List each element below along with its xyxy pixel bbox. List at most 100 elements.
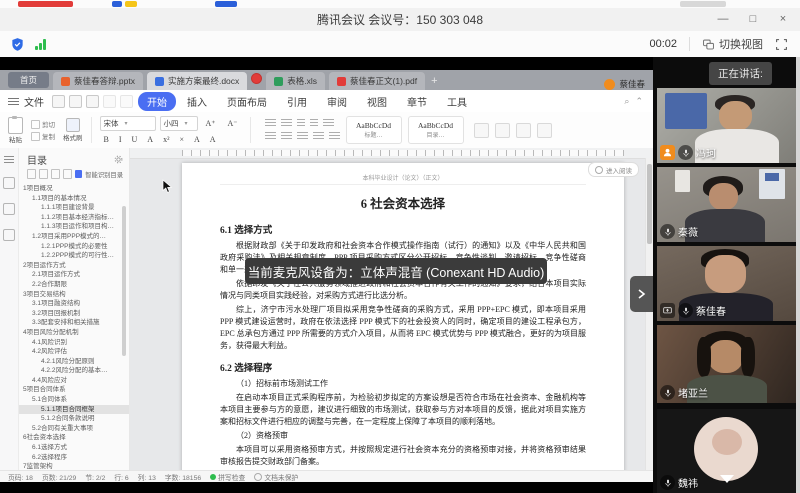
toc-item[interactable]: 1.1.1项目建设背景 [19, 203, 129, 213]
toc-item[interactable]: 5.1合同体系 [19, 395, 129, 405]
toc-item[interactable]: 3.1项目融资结构 [19, 299, 129, 309]
toc-item[interactable]: 2.2合作期限 [19, 280, 129, 290]
hamburger-icon[interactable] [8, 98, 19, 105]
tab-home[interactable]: 首页 [8, 72, 49, 88]
grow-font-button[interactable]: A⁺ [202, 118, 220, 129]
number-list-icon[interactable] [281, 119, 292, 128]
format-button[interactable]: I [115, 134, 126, 145]
reading-mode-pill[interactable]: 进入阅读 [588, 162, 639, 177]
toc-item[interactable]: 1.1.3项目运作和项目构… [19, 222, 129, 232]
print-icon[interactable] [86, 95, 99, 108]
toc-item[interactable]: 1.1项目的基本情况 [19, 194, 129, 204]
toc-item[interactable]: 4.2风险评估 [19, 347, 129, 357]
format-button[interactable]: × [175, 134, 188, 145]
maximize-button[interactable]: □ [746, 8, 760, 31]
scroll-down-chevron[interactable] [718, 471, 736, 489]
participant-tile[interactable]: 冯珂 [657, 88, 796, 163]
format-button[interactable]: A [190, 134, 204, 145]
tab-docx[interactable]: 实施方案最终.docx [147, 72, 247, 90]
toc-item[interactable]: 4.2.2风险分配的基本… [19, 366, 129, 376]
shrink-font-button[interactable]: A⁻ [224, 118, 242, 129]
tab-pptx[interactable]: 蔡佳春答辩.pptx [53, 72, 143, 90]
network-signal-icon[interactable] [35, 38, 46, 50]
style-chip[interactable]: AaBbCcDd 目录… [408, 116, 464, 144]
justify-icon[interactable] [313, 132, 324, 141]
toc-item[interactable]: 1.1.2项目基本经济指标… [19, 213, 129, 223]
document-scrollbar[interactable] [645, 158, 653, 470]
format-button[interactable]: U [128, 134, 142, 145]
toc-view-icon[interactable] [51, 169, 60, 179]
ribbon-tool-icon[interactable] [516, 123, 531, 138]
ribbon-menu-tab[interactable]: 审阅 [318, 92, 356, 111]
copy-button[interactable]: 复制 [31, 131, 55, 141]
file-menu[interactable]: 文件 [24, 94, 44, 109]
redo-icon[interactable] [120, 95, 133, 108]
comments-icon[interactable] [3, 203, 15, 215]
toc-item[interactable]: 2.1项目运作方式 [19, 270, 129, 280]
outdent-icon[interactable] [297, 119, 305, 128]
toc-item[interactable]: 4项目风险分配机制 [19, 328, 129, 338]
undo-icon[interactable] [103, 95, 116, 108]
open-icon[interactable] [52, 95, 65, 108]
toc-item[interactable]: 7监管架构 [19, 462, 129, 470]
document-protection-status[interactable]: 文档未保护 [254, 472, 298, 482]
toc-view-icon[interactable] [39, 169, 48, 179]
minimize-button[interactable]: — [716, 8, 730, 31]
toc-item[interactable]: 6社会资本选择 [19, 433, 129, 443]
toc-item[interactable]: 1.2.2PPP模式的可行性… [19, 251, 129, 261]
collapse-ribbon-icon[interactable]: ⌃ [635, 96, 643, 107]
toc-item[interactable]: 4.1风险识别 [19, 338, 129, 348]
toc-item[interactable]: 1.2项目采用PPP模式的… [19, 232, 129, 242]
close-button[interactable]: × [776, 8, 790, 31]
document-page[interactable]: 本科毕业设计（论文）（正文） 6 社会资本选择 6.1 选择方式 根据财政部《关… [182, 163, 624, 470]
format-button[interactable]: A [143, 134, 157, 145]
format-button[interactable]: x² [159, 134, 173, 145]
participant-tile[interactable]: 蔡佳春 [657, 246, 796, 321]
ribbon-menu-tab[interactable]: 开始 [138, 92, 176, 111]
toc-item[interactable]: 3.3配套安排和相关措施 [19, 318, 129, 328]
fullscreen-button[interactable] [775, 38, 788, 51]
find-icon[interactable] [3, 229, 15, 241]
font-size-select[interactable]: 小四▾ [160, 116, 198, 131]
toc-item[interactable]: 5项目合同体系 [19, 385, 129, 395]
toc-view-icon[interactable] [63, 169, 72, 179]
toc-item[interactable]: 1项目概况 [19, 184, 129, 194]
ribbon-menu-tab[interactable]: 引用 [278, 92, 316, 111]
participant-tile[interactable]: 堵亚兰 [657, 325, 796, 403]
toc-item[interactable]: 3.2项目回报机制 [19, 309, 129, 319]
tab-xls[interactable]: 表格.xls [266, 72, 325, 90]
search-icon[interactable]: ⌕ [624, 96, 629, 107]
participant-tile[interactable]: 秦薇 [657, 167, 796, 242]
align-center-icon[interactable] [281, 132, 292, 141]
switch-view-button[interactable]: 切换视图 [702, 36, 763, 52]
bullet-list-icon[interactable] [265, 119, 276, 128]
cut-button[interactable]: 剪切 [31, 119, 55, 129]
toc-item[interactable]: 5.1.1项目合同框架 [19, 405, 129, 415]
toc-item[interactable]: 2项目运作方式 [19, 261, 129, 271]
ribbon-menu-tab[interactable]: 视图 [358, 92, 396, 111]
gear-icon[interactable] [114, 155, 123, 164]
spellcheck-status[interactable]: 拼写检查 [210, 472, 245, 482]
indent-icon[interactable] [310, 119, 318, 128]
toc-item[interactable]: 5.1.2合同条款说明 [19, 414, 129, 424]
panel-collapse-handle[interactable] [630, 276, 653, 312]
ribbon-tool-icon[interactable] [474, 123, 489, 138]
format-painter-button[interactable]: 格式刷 [63, 118, 83, 142]
toc-item[interactable]: 5.2合同有关重大事项 [19, 424, 129, 434]
line-spacing-icon[interactable] [323, 119, 334, 128]
security-shield-icon[interactable] [10, 37, 25, 52]
tab-pdf[interactable]: 蔡佳春正文(1).pdf [329, 72, 425, 90]
toc-view-icon[interactable] [27, 169, 36, 179]
ribbon-tool-icon[interactable] [537, 123, 552, 138]
toc-item[interactable]: 1.2.1PPP模式的必要性 [19, 242, 129, 252]
align-left-icon[interactable] [265, 132, 276, 141]
smart-toc-icon[interactable] [75, 170, 82, 178]
ribbon-menu-tab[interactable]: 工具 [438, 92, 476, 111]
shading-icon[interactable] [329, 132, 340, 141]
font-family-select[interactable]: 宋体▾ [100, 116, 156, 131]
bookmark-icon[interactable] [3, 177, 15, 189]
toc-item[interactable]: 4.2.1风险分配原则 [19, 357, 129, 367]
toc-item[interactable]: 6.2选择程序 [19, 453, 129, 463]
outline-icon[interactable] [4, 156, 14, 163]
save-icon[interactable] [69, 95, 82, 108]
